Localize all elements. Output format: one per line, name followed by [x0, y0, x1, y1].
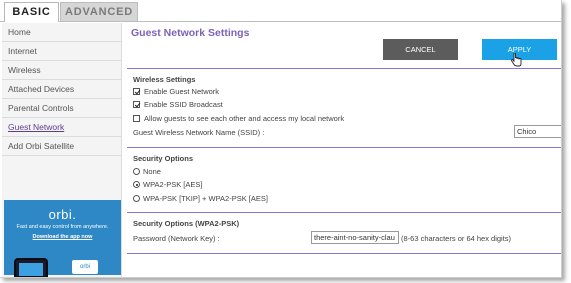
- tab-bar: BASIC ADVANCED: [0, 0, 561, 22]
- allow-local-access-row[interactable]: Allow guests to see each other and acces…: [133, 114, 344, 123]
- section-divider: [127, 68, 561, 69]
- security-wpa-wpa2-label: WPA-PSK [TKIP] + WPA2-PSK [AES]: [143, 194, 268, 203]
- security-none-radio[interactable]: [133, 168, 140, 175]
- enable-ssid-broadcast-checkbox[interactable]: [133, 101, 140, 108]
- download-app-link[interactable]: Download the app now: [4, 234, 121, 240]
- password-input[interactable]: there-aint-no-sanity-clau: [311, 231, 399, 244]
- tab-basic[interactable]: BASIC: [4, 2, 59, 22]
- security-option-none[interactable]: None: [133, 167, 161, 176]
- enable-guest-network-row[interactable]: Enable Guest Network: [133, 87, 219, 96]
- promo-tagline: Fast and easy control from anywhere.: [16, 224, 109, 230]
- tab-advanced[interactable]: ADVANCED: [60, 2, 138, 22]
- section-divider: [127, 147, 561, 148]
- orbi-app-icon: orbi: [72, 260, 98, 274]
- sidebar-item-attached-devices[interactable]: Attached Devices: [2, 80, 121, 99]
- ssid-input[interactable]: Chico: [514, 125, 561, 138]
- wireless-settings-heading: Wireless Settings: [133, 75, 196, 84]
- enable-ssid-broadcast-label: Enable SSID Broadcast: [144, 100, 223, 109]
- allow-local-access-label: Allow guests to see each other and acces…: [144, 114, 345, 123]
- cancel-button[interactable]: CANCEL: [383, 39, 458, 60]
- router-admin-window: BASIC ADVANCED Home Internet Wireless At…: [0, 0, 562, 278]
- enable-guest-network-checkbox[interactable]: [133, 88, 140, 95]
- security-options-heading: Security Options: [133, 154, 194, 163]
- page-title: Guest Network Settings: [131, 27, 250, 39]
- security-option-wpa-wpa2-mixed[interactable]: WPA-PSK [TKIP] + WPA2-PSK [AES]: [133, 194, 268, 203]
- sidebar-item-add-orbi-satellite[interactable]: Add Orbi Satellite: [2, 137, 121, 156]
- security-wpa2-aes-radio[interactable]: [133, 181, 140, 188]
- ssid-label: Guest Wireless Network Name (SSID) :: [133, 128, 265, 137]
- enable-guest-network-label: Enable Guest Network: [144, 87, 220, 96]
- wpa2-security-heading: Security Options (WPA2-PSK): [133, 219, 240, 228]
- tab-divider: [0, 21, 561, 22]
- allow-local-access-checkbox[interactable]: [133, 115, 140, 122]
- orbi-app-promo[interactable]: orbi. Fast and easy control from anywher…: [4, 200, 121, 277]
- orbi-logo: orbi.: [48, 207, 77, 222]
- enable-ssid-broadcast-row[interactable]: Enable SSID Broadcast: [133, 100, 223, 109]
- password-label: Password (Network Key) :: [133, 234, 220, 243]
- security-wpa-wpa2-radio[interactable]: [133, 195, 140, 202]
- main-content: Guest Network Settings CANCEL APPLY Wire…: [123, 23, 561, 277]
- password-hint: (8-63 characters or 64 hex digits): [401, 234, 512, 243]
- sidebar-item-wireless[interactable]: Wireless: [2, 61, 121, 80]
- security-option-wpa2-aes[interactable]: WPA2-PSK [AES]: [133, 180, 202, 189]
- sidebar-item-parental-controls[interactable]: Parental Controls: [2, 99, 121, 118]
- section-divider: [127, 212, 561, 213]
- sidebar-item-internet[interactable]: Internet: [2, 42, 121, 61]
- security-none-label: None: [143, 167, 161, 176]
- sidebar-item-home[interactable]: Home: [2, 23, 121, 42]
- section-divider: [127, 253, 561, 254]
- security-wpa2-aes-label: WPA2-PSK [AES]: [143, 180, 203, 189]
- sidebar-item-guest-network[interactable]: Guest Network: [2, 118, 121, 137]
- phone-icon: [14, 258, 48, 277]
